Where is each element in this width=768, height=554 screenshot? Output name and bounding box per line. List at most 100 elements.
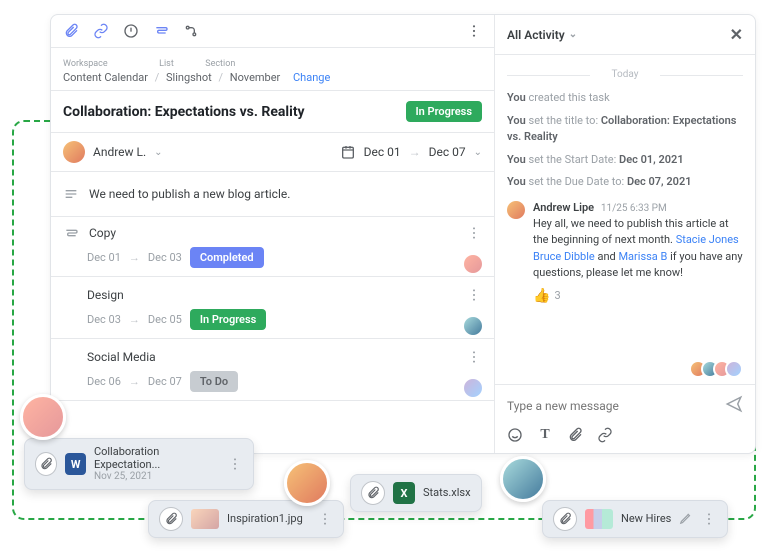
crumb-workspace[interactable]: Content Calendar: [63, 71, 148, 84]
activity-line: You set the Start Date: Dec 01, 2021: [507, 152, 743, 169]
task-title: Collaboration: Expectations vs. Reality: [63, 104, 406, 120]
more-icon[interactable]: [466, 349, 482, 365]
paperclip-icon[interactable]: [567, 427, 583, 443]
date-end[interactable]: Dec 07: [429, 145, 466, 159]
assignee-name[interactable]: Andrew L.: [93, 145, 146, 159]
chevron-down-icon[interactable]: ⌄: [154, 147, 162, 158]
activity-title[interactable]: All Activity: [507, 28, 565, 42]
attachment-chip[interactable]: Inspiration1.jpg: [148, 500, 344, 538]
activity-header: All Activity ⌄ ✕: [495, 15, 755, 55]
attachment-date: Nov 25, 2021: [94, 471, 219, 483]
message-composer: T: [495, 384, 755, 453]
subtask-status[interactable]: In Progress: [190, 309, 266, 330]
paperclip-icon: [553, 507, 577, 531]
mention[interactable]: Stacie Jones: [676, 233, 739, 246]
alert-icon[interactable]: [123, 23, 139, 39]
pencil-icon[interactable]: [679, 510, 693, 529]
subtask-name: Social Media: [63, 350, 456, 364]
crumb-list[interactable]: Slingshot: [166, 71, 212, 84]
subtask-status[interactable]: To Do: [190, 371, 238, 392]
title-row: Collaboration: Expectations vs. Reality …: [51, 91, 494, 133]
crumb-section[interactable]: November: [230, 71, 281, 84]
description-row: We need to publish a new blog article.: [51, 172, 494, 217]
crumb-label-workspace: Workspace: [63, 59, 108, 69]
chart-thumb-icon: [585, 509, 613, 529]
attachment-chip[interactable]: New Hires: [542, 500, 728, 538]
subtask-status[interactable]: Completed: [190, 247, 264, 268]
chevron-down-icon[interactable]: ⌄: [569, 29, 577, 40]
subtasks-list: Copy Dec 01 → Dec 03 Completed Design: [51, 217, 494, 453]
activity-line: You set the Due Date to: Dec 07, 2021: [507, 174, 743, 191]
mention[interactable]: Bruce Dibble: [533, 250, 595, 263]
attachment-name: Inspiration1.jpg: [227, 512, 303, 525]
excel-file-icon: X: [393, 482, 415, 504]
more-icon[interactable]: [466, 287, 482, 303]
crumb-label-list: List: [159, 59, 174, 69]
message-input[interactable]: [507, 399, 725, 413]
more-icon[interactable]: [317, 511, 333, 527]
send-icon[interactable]: [725, 395, 743, 417]
attachment-chip[interactable]: X Stats.xlsx: [350, 474, 482, 512]
avatar: [507, 201, 525, 219]
seen-by-avatars: [495, 354, 755, 384]
subtask-end: Dec 05: [148, 313, 182, 326]
more-icon[interactable]: [227, 456, 243, 472]
avatar: [464, 317, 482, 335]
assignee-row: Andrew L. ⌄ Dec 01 → Dec 07 ⌄: [51, 133, 494, 172]
avatar: [464, 379, 482, 397]
description-text[interactable]: We need to publish a new blog article.: [89, 187, 290, 201]
more-icon[interactable]: [466, 225, 482, 241]
more-icon[interactable]: [701, 511, 717, 527]
attachment-name: Collaboration Expectation...: [94, 445, 219, 471]
avatar: [464, 255, 482, 273]
mention[interactable]: Marissa B: [618, 250, 667, 263]
subtask-icon: [63, 225, 79, 241]
main-column: Workspace List Section Content Calendar …: [51, 15, 495, 453]
activity-feed: Today You created this task You set the …: [495, 55, 755, 354]
subtask-start: Dec 01: [87, 251, 121, 264]
change-button[interactable]: Change: [293, 71, 330, 84]
subtask-end: Dec 07: [148, 375, 182, 388]
date-start[interactable]: Dec 01: [364, 145, 401, 159]
message-time: 11/25 6:33 PM: [601, 203, 667, 214]
close-icon[interactable]: ✕: [730, 25, 743, 44]
avatar: [284, 460, 330, 506]
task-detail-panel: Workspace List Section Content Calendar …: [50, 14, 756, 454]
link-icon[interactable]: [93, 23, 109, 39]
image-thumb-icon: [191, 509, 219, 529]
message-text: Hey all, we need to publish this article…: [533, 216, 743, 282]
subtask-start: Dec 06: [87, 375, 121, 388]
date-divider: Today: [507, 69, 743, 80]
message: Andrew Lipe 11/25 6:33 PM Hey all, we ne…: [507, 201, 743, 304]
calendar-icon[interactable]: [340, 144, 356, 160]
attachment-name: New Hires: [621, 512, 671, 525]
word-file-icon: W: [65, 453, 85, 475]
link-icon[interactable]: [597, 427, 613, 443]
subtask-name: Design: [63, 288, 456, 302]
avatar: [63, 141, 85, 163]
toolbar: [51, 15, 494, 48]
paperclip-icon[interactable]: [63, 23, 79, 39]
attachment-name: Stats.xlsx: [423, 486, 471, 499]
more-icon[interactable]: [466, 23, 482, 39]
chevron-down-icon[interactable]: ⌄: [474, 147, 482, 158]
dependency-icon[interactable]: [183, 23, 199, 39]
crumb-label-section: Section: [205, 59, 235, 69]
avatar: [20, 394, 66, 440]
activity-panel: All Activity ⌄ ✕ Today You created this …: [495, 15, 755, 453]
paperclip-icon: [159, 507, 183, 531]
paperclip-icon: [361, 481, 385, 505]
reaction-count: 3: [554, 289, 560, 302]
text-format-icon[interactable]: T: [537, 427, 553, 443]
reaction[interactable]: 👍 3: [533, 288, 743, 304]
message-author: Andrew Lipe: [533, 201, 594, 214]
attachment-chip[interactable]: W Collaboration Expectation...Nov 25, 20…: [24, 438, 254, 490]
activity-line: You set the title to: Collaboration: Exp…: [507, 113, 743, 146]
subtask-end: Dec 03: [148, 251, 182, 264]
status-badge[interactable]: In Progress: [406, 101, 482, 122]
breadcrumb: Workspace List Section Content Calendar …: [51, 48, 494, 91]
emoji-icon[interactable]: [507, 427, 523, 443]
subtask-icon[interactable]: [153, 23, 169, 39]
subtask-start: Dec 03: [87, 313, 121, 326]
subtask-name: Copy: [89, 226, 456, 240]
